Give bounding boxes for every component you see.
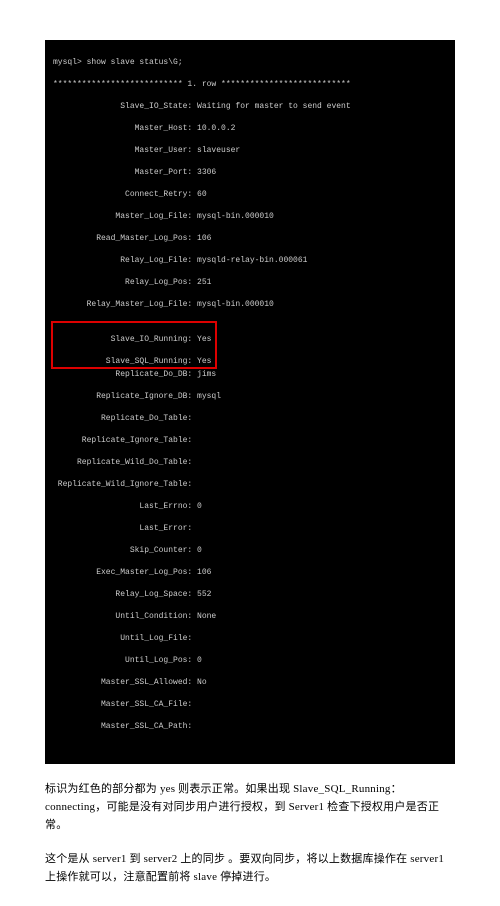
field-until-log-pos: Until_Log_Pos: 0 bbox=[53, 655, 447, 666]
field-skip-counter: Skip_Counter: 0 bbox=[53, 545, 447, 556]
field-master-log-file: Master_Log_File: mysql-bin.000010 bbox=[53, 211, 447, 222]
paragraph-2: 这个是从 server1 到 server2 上的同步 。要双向同步，将以上数据… bbox=[45, 850, 455, 886]
field-connect-retry: Connect_Retry: 60 bbox=[53, 189, 447, 200]
field-last-error: Last_Error: bbox=[53, 523, 447, 534]
field-read-master-log-pos: Read_Master_Log_Pos: 106 bbox=[53, 233, 447, 244]
field-master-user: Master_User: slaveuser bbox=[53, 145, 447, 156]
highlight-box: Slave_IO_Running: Yes Slave_SQL_Running:… bbox=[51, 321, 217, 369]
field-master-port: Master_Port: 3306 bbox=[53, 167, 447, 178]
document-page: mysql> show slave status\G; ************… bbox=[0, 0, 500, 906]
field-replicate-wild-do-table: Replicate_Wild_Do_Table: bbox=[53, 457, 447, 468]
field-replicate-ignore-db: Replicate_Ignore_DB: mysql bbox=[53, 391, 447, 402]
field-slave-io-state: Slave_IO_State: Waiting for master to se… bbox=[53, 101, 447, 112]
field-relay-master-log-file: Relay_Master_Log_File: mysql-bin.000010 bbox=[53, 299, 447, 310]
field-relay-log-space: Relay_Log_Space: 552 bbox=[53, 589, 447, 600]
field-master-host: Master_Host: 10.0.0.2 bbox=[53, 123, 447, 134]
field-until-condition: Until_Condition: None bbox=[53, 611, 447, 622]
field-replicate-wild-ignore-table: Replicate_Wild_Ignore_Table: bbox=[53, 479, 447, 490]
cmd-line: mysql> show slave status\G; bbox=[53, 57, 447, 68]
field-slave-io-running: Slave_IO_Running: Yes bbox=[53, 334, 211, 345]
field-master-ssl-allowed: Master_SSL_Allowed: No bbox=[53, 677, 447, 688]
terminal-output: mysql> show slave status\G; ************… bbox=[45, 40, 455, 764]
row-header: *************************** 1. row *****… bbox=[53, 79, 447, 90]
field-slave-sql-running: Slave_SQL_Running: Yes bbox=[53, 356, 211, 367]
field-exec-master-log-pos: Exec_Master_Log_Pos: 106 bbox=[53, 567, 447, 578]
field-last-errno: Last_Errno: 0 bbox=[53, 501, 447, 512]
field-master-ssl-ca-file: Master_SSL_CA_File: bbox=[53, 699, 447, 710]
field-replicate-do-db: Replicate_Do_DB: jims bbox=[53, 369, 447, 380]
field-replicate-do-table: Replicate_Do_Table: bbox=[53, 413, 447, 424]
paragraph-1: 标识为红色的部分都为 yes 则表示正常。如果出现 Slave_SQL_Runn… bbox=[45, 780, 455, 834]
field-relay-log-file: Relay_Log_File: mysqld-relay-bin.000061 bbox=[53, 255, 447, 266]
field-replicate-ignore-table: Replicate_Ignore_Table: bbox=[53, 435, 447, 446]
field-until-log-file: Until_Log_File: bbox=[53, 633, 447, 644]
field-master-ssl-ca-path: Master_SSL_CA_Path: bbox=[53, 721, 447, 732]
field-relay-log-pos: Relay_Log_Pos: 251 bbox=[53, 277, 447, 288]
